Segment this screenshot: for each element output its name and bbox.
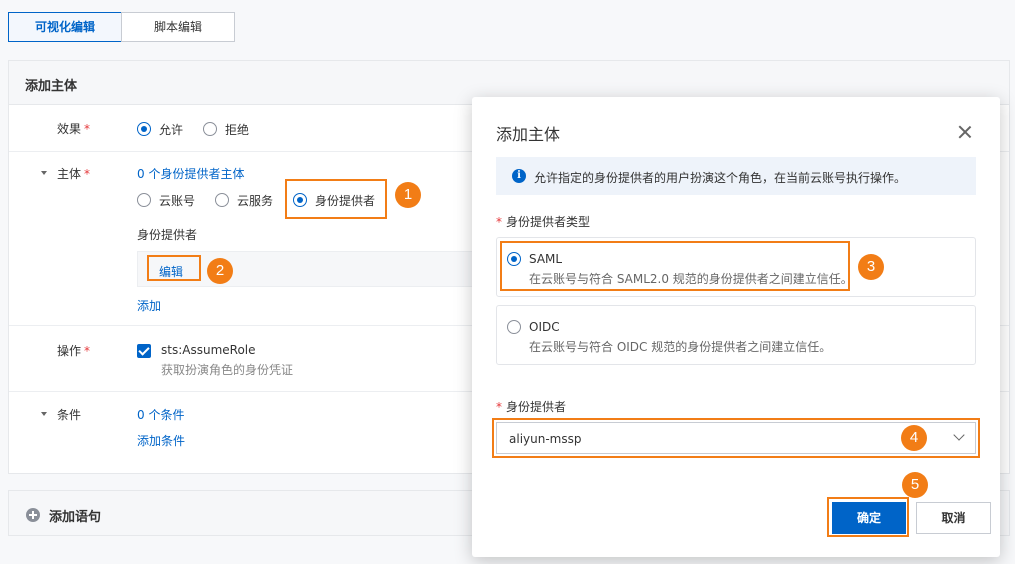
action-desc: 获取扮演角色的身份凭证 bbox=[161, 363, 294, 377]
step-1-badge: 1 bbox=[395, 182, 421, 208]
principal-collapse-icon[interactable] bbox=[41, 171, 47, 175]
effect-deny-label[interactable]: 拒绝 bbox=[225, 121, 249, 138]
condition-label: 条件 bbox=[57, 408, 82, 422]
oidc-title: OIDC bbox=[529, 320, 560, 334]
add-principal-dialog: 添加主体 i 允许指定的身份提供者的用户扮演这个角色，在当前云账号执行操作。 *… bbox=[472, 97, 1000, 557]
principal-summary-link[interactable]: 0 个身份提供者主体 bbox=[137, 165, 244, 182]
effect-allow-radio[interactable] bbox=[137, 122, 151, 136]
principal-service-radio[interactable] bbox=[215, 193, 229, 207]
step-1-highlight bbox=[285, 179, 387, 219]
effect-deny-radio[interactable] bbox=[203, 122, 217, 136]
oidc-desc: 在云账号与符合 OIDC 规范的身份提供者之间建立信任。 bbox=[529, 340, 832, 354]
step-3-highlight bbox=[500, 241, 850, 291]
step-2-highlight bbox=[147, 255, 201, 281]
condition-collapse-icon[interactable] bbox=[41, 412, 47, 416]
provider-type-label: * 身份提供者类型 bbox=[496, 215, 591, 229]
step-5-badge: 5 bbox=[902, 472, 928, 498]
step-3-badge: 3 bbox=[858, 254, 884, 280]
step-5-highlight bbox=[827, 497, 909, 537]
effect-allow-label[interactable]: 允许 bbox=[159, 121, 183, 138]
add-condition-link[interactable]: 添加条件 bbox=[137, 432, 185, 449]
add-statement-label[interactable]: 添加语句 bbox=[49, 506, 101, 525]
cancel-button[interactable]: 取消 bbox=[916, 502, 991, 534]
step-2-badge: 2 bbox=[207, 258, 233, 284]
principal-account-label[interactable]: 云账号 bbox=[159, 192, 195, 209]
provider-label: 身份提供者 bbox=[137, 228, 198, 242]
panel-title: 添加主体 bbox=[25, 79, 78, 94]
oidc-option-card[interactable]: OIDC 在云账号与符合 OIDC 规范的身份提供者之间建立信任。 bbox=[496, 305, 976, 365]
info-banner: i 允许指定的身份提供者的用户扮演这个角色，在当前云账号执行操作。 bbox=[496, 157, 976, 195]
add-provider-link[interactable]: 添加 bbox=[137, 297, 161, 314]
action-value: sts:AssumeRole bbox=[161, 343, 256, 357]
oidc-radio[interactable] bbox=[507, 320, 521, 334]
provider-select-label: * 身份提供者 bbox=[496, 400, 567, 414]
action-checkbox[interactable] bbox=[137, 344, 151, 358]
step-4-badge: 4 bbox=[901, 425, 927, 451]
effect-label: 效果 * bbox=[57, 122, 91, 136]
tab-visual-edit[interactable]: 可视化编辑 bbox=[8, 12, 122, 42]
tab-script-edit[interactable]: 脚本编辑 bbox=[121, 12, 235, 42]
info-text: 允许指定的身份提供者的用户扮演这个角色，在当前云账号执行操作。 bbox=[534, 171, 907, 185]
info-icon: i bbox=[512, 169, 526, 183]
close-icon[interactable] bbox=[958, 125, 972, 139]
plus-circle-icon bbox=[26, 508, 40, 522]
principal-account-radio[interactable] bbox=[137, 193, 151, 207]
principal-label: 主体 * bbox=[57, 167, 91, 181]
action-label: 操作 * bbox=[57, 344, 91, 358]
principal-service-label[interactable]: 云服务 bbox=[237, 192, 273, 209]
dialog-title: 添加主体 bbox=[496, 125, 561, 144]
condition-summary-link[interactable]: 0 个条件 bbox=[137, 406, 184, 423]
